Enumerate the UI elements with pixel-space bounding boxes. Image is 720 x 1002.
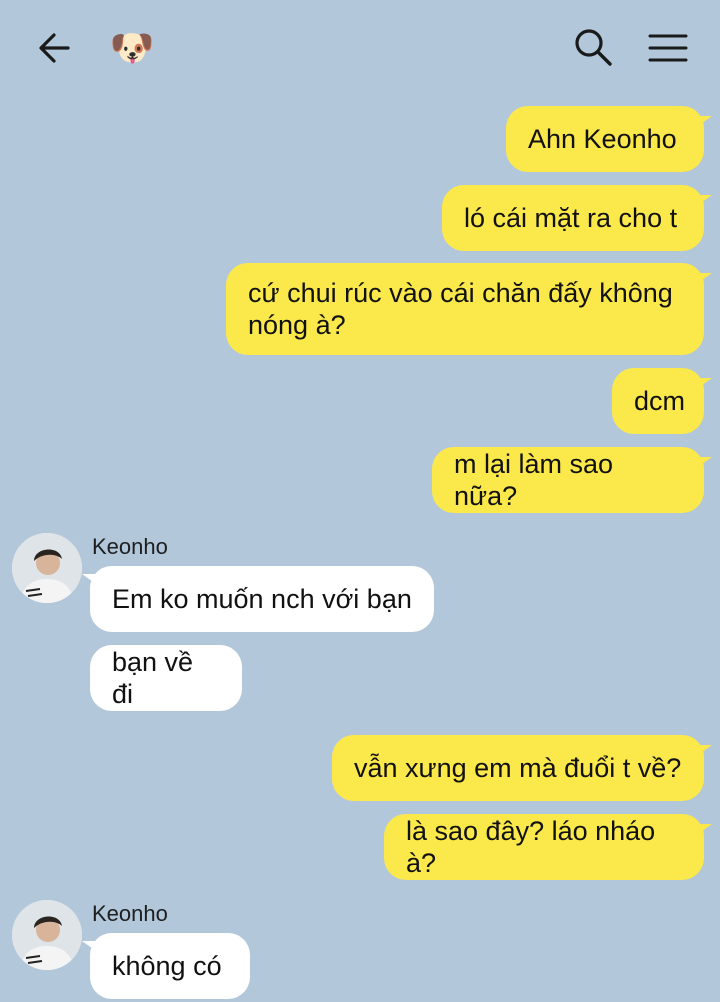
message-text: là sao đây? láo nháo à?: [406, 816, 656, 878]
message-text: m lại làm sao nữa?: [454, 449, 614, 511]
search-icon[interactable]: [572, 26, 614, 68]
message-text: Em ko muốn nch với bạn: [112, 584, 412, 614]
sender-avatar[interactable]: [12, 533, 82, 603]
message-text: vẫn xưng em mà đuổi t về?: [354, 753, 682, 783]
incoming-message[interactable]: không có: [82, 933, 250, 999]
outgoing-message[interactable]: Ahn Keonho: [506, 106, 712, 172]
outgoing-message[interactable]: vẫn xưng em mà đuổi t về?: [332, 735, 712, 801]
sender-avatar[interactable]: [12, 900, 82, 970]
outgoing-message[interactable]: là sao đây? láo nháo à?: [384, 814, 712, 880]
menu-icon[interactable]: [646, 28, 690, 68]
sender-name: Keonho: [92, 534, 168, 559]
message-text: cứ chui rúc vào cái chăn đấy không nóng …: [248, 278, 673, 340]
profile-photo-icon: [12, 533, 82, 603]
outgoing-message[interactable]: m lại làm sao nữa?: [432, 447, 712, 513]
message-text: dcm: [634, 386, 686, 416]
incoming-message[interactable]: Em ko muốn nch với bạn: [82, 566, 434, 632]
message-text: bạn về đi: [112, 647, 194, 709]
outgoing-message[interactable]: ló cái mặt ra cho t: [442, 185, 712, 251]
outgoing-message[interactable]: dcm: [612, 368, 712, 434]
message-text: Ahn Keonho: [528, 124, 677, 154]
outgoing-message[interactable]: cứ chui rúc vào cái chăn đấy không nóng …: [226, 263, 712, 355]
profile-photo-icon: [12, 900, 82, 970]
sender-name: Keonho: [92, 901, 168, 926]
chat-header: 🐶: [0, 0, 720, 96]
chat-avatar-dog-emoji[interactable]: 🐶: [108, 26, 156, 70]
message-text: không có: [112, 951, 222, 981]
message-text: ló cái mặt ra cho t: [464, 203, 678, 233]
incoming-message[interactable]: bạn về đi: [90, 645, 242, 711]
back-arrow-icon[interactable]: [34, 28, 74, 68]
